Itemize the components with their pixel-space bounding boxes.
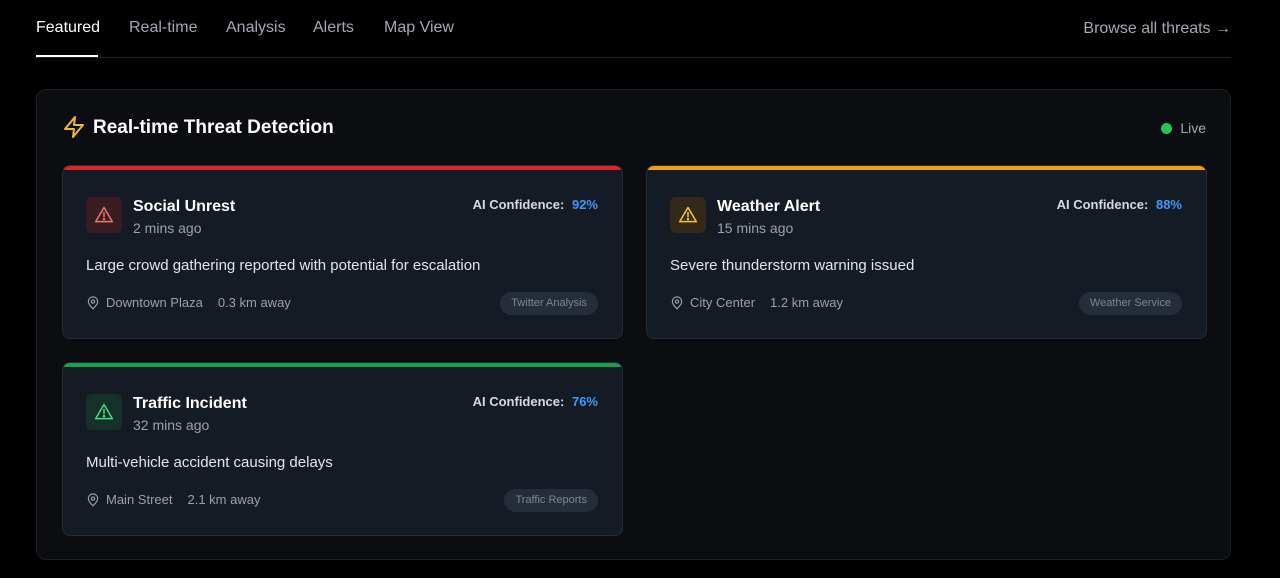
threat-type-icon-box — [670, 197, 706, 233]
threat-card-traffic-incident[interactable]: Traffic Incident 32 mins ago AI Confiden… — [62, 362, 623, 536]
threat-location-row: City Center 1.2 km away — [670, 295, 843, 310]
warning-triangle-icon — [678, 206, 698, 223]
tab-real-time[interactable]: Real-time — [129, 19, 197, 37]
severity-bar — [63, 166, 622, 170]
threat-type-icon-box — [86, 197, 122, 233]
threat-location: Main Street — [106, 492, 173, 507]
live-indicator: Live — [1161, 120, 1206, 136]
threat-detection-panel: Real-time Threat Detection Live Social U… — [36, 89, 1231, 560]
threat-location-row: Downtown Plaza 0.3 km away — [86, 295, 291, 310]
threat-time: 2 mins ago — [133, 220, 202, 236]
source-badge: Traffic Reports — [504, 489, 598, 512]
source-badge: Weather Service — [1078, 292, 1182, 315]
live-label: Live — [1180, 120, 1206, 136]
ai-confidence-label: AI Confidence: — [472, 197, 565, 212]
panel-title: Real-time Threat Detection — [93, 117, 334, 138]
map-pin-icon — [87, 492, 99, 507]
threat-description: Severe thunderstorm warning issued — [670, 257, 915, 274]
threat-description: Large crowd gathering reported with pote… — [86, 257, 481, 274]
warning-triangle-icon — [94, 206, 114, 223]
ai-confidence-value: 76% — [571, 394, 598, 409]
ai-confidence: AI Confidence: 92% — [473, 197, 598, 212]
warning-triangle-icon — [94, 403, 114, 420]
tab-alerts[interactable]: Alerts — [313, 19, 354, 37]
threat-distance: 2.1 km away — [187, 492, 261, 507]
threat-location: Downtown Plaza — [106, 295, 203, 310]
threat-location-row: Main Street 2.1 km away — [86, 492, 260, 507]
ai-confidence-value: 88% — [1155, 197, 1182, 212]
live-dot-icon — [1161, 122, 1173, 134]
threat-title: Social Unrest — [133, 198, 236, 215]
threat-time: 15 mins ago — [717, 220, 794, 236]
threat-type-icon-box — [86, 394, 122, 430]
severity-bar — [647, 166, 1206, 170]
source-badge: Twitter Analysis — [500, 292, 598, 315]
threat-card-weather-alert[interactable]: Weather Alert 15 mins ago AI Confidence:… — [646, 165, 1207, 339]
threat-card-social-unrest[interactable]: Social Unrest 2 mins ago AI Confidence: … — [62, 165, 623, 339]
threat-title: Traffic Incident — [133, 395, 247, 412]
threat-title: Weather Alert — [717, 198, 821, 215]
tab-featured[interactable]: Featured — [36, 19, 100, 37]
map-pin-icon — [671, 295, 683, 310]
threat-distance: 1.2 km away — [770, 295, 844, 310]
threat-description: Multi-vehicle accident causing delays — [86, 454, 333, 471]
tab-bar: Featured Real-time Analysis Alerts Map V… — [36, 0, 1231, 58]
threat-distance: 0.3 km away — [217, 295, 291, 310]
active-tab-indicator — [36, 55, 98, 57]
severity-bar — [63, 363, 622, 367]
ai-confidence: AI Confidence: 76% — [473, 394, 598, 409]
browse-all-threats-link[interactable]: Browse all threats → — [1083, 20, 1231, 38]
ai-confidence: AI Confidence: 88% — [1057, 197, 1182, 212]
ai-confidence-value: 92% — [571, 197, 598, 212]
threat-location: City Center — [690, 295, 756, 310]
tab-map-view[interactable]: Map View — [384, 19, 454, 37]
threat-time: 32 mins ago — [133, 417, 210, 433]
ai-confidence-label: AI Confidence: — [472, 394, 565, 409]
tab-analysis[interactable]: Analysis — [226, 19, 286, 37]
map-pin-icon — [87, 295, 99, 310]
lightning-icon — [64, 116, 84, 138]
ai-confidence-label: AI Confidence: — [1056, 197, 1149, 212]
